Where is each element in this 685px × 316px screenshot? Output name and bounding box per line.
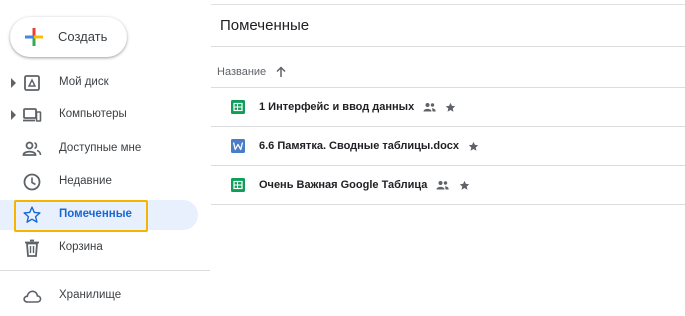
column-header-label: Название [217,66,267,78]
sidebar-item-label: Корзина [59,241,103,253]
expand-arrow-icon[interactable] [9,77,17,89]
title-divider [211,46,685,47]
word-document-icon [231,139,245,153]
file-row[interactable]: Очень Важная Google Таблица [211,166,685,205]
file-row[interactable]: 6.6 Памятка. Сводные таблицы.docx [211,127,685,166]
main-content: Помеченные Название 1 Интерфейс и ввод д… [211,0,685,316]
highlight-frame [14,200,148,232]
sort-ascending-icon[interactable] [274,65,288,79]
google-sheets-icon [231,100,245,114]
shared-icon [22,141,42,156]
file-name-wrapper: Очень Важная Google Таблица [259,179,470,191]
file-name: 6.6 Памятка. Сводные таблицы.docx [259,140,460,152]
sidebar-item-trash[interactable]: Корзина [0,233,198,263]
sidebar-item-recent[interactable]: Недавние [0,167,198,197]
page-title: Помеченные [220,17,310,34]
file-row[interactable]: 1 Интерфейс и ввод данных [211,88,685,127]
sidebar-item-label: Недавние [59,175,112,187]
name-column-header[interactable]: Название [217,64,288,80]
computers-icon [23,108,42,122]
sidebar-divider [0,270,210,271]
trash-icon [25,239,39,257]
google-sheets-icon [231,178,245,192]
cloud-icon [23,290,42,303]
expand-arrow-icon[interactable] [9,109,17,121]
file-name-wrapper: 1 Интерфейс и ввод данных [259,101,456,113]
clock-icon [23,173,41,191]
sidebar-item-storage[interactable]: Хранилище [0,281,198,311]
sidebar-item-label: Мой диск [59,76,109,88]
sidebar-item-label: Хранилище [59,289,122,301]
sidebar-item-shared[interactable]: Доступные мне [0,134,198,164]
shared-people-icon [436,181,450,190]
create-button-label: Создать [58,29,108,44]
sidebar-item-label: Компьютеры [59,108,127,120]
sidebar-item-my-drive[interactable]: Мой диск [0,68,198,98]
drive-icon [24,75,40,91]
starred-icon [468,141,479,151]
sidebar-item-computers[interactable]: Компьютеры [0,100,198,130]
starred-icon [459,180,469,190]
file-name-wrapper: 6.6 Памятка. Сводные таблицы.docx [259,140,479,152]
create-button[interactable]: Создать [10,17,127,57]
row-divider [211,204,685,205]
file-name: Очень Важная Google Таблица [259,179,428,191]
top-divider [211,4,685,5]
file-name: 1 Интерфейс и ввод данных [259,101,415,113]
plus-icon [25,28,43,46]
sidebar-item-label: Доступные мне [59,142,142,154]
starred-icon [446,102,456,112]
sidebar: Создать Мой диск Компьютеры Доступные мн… [0,0,210,316]
shared-people-icon [423,103,436,112]
